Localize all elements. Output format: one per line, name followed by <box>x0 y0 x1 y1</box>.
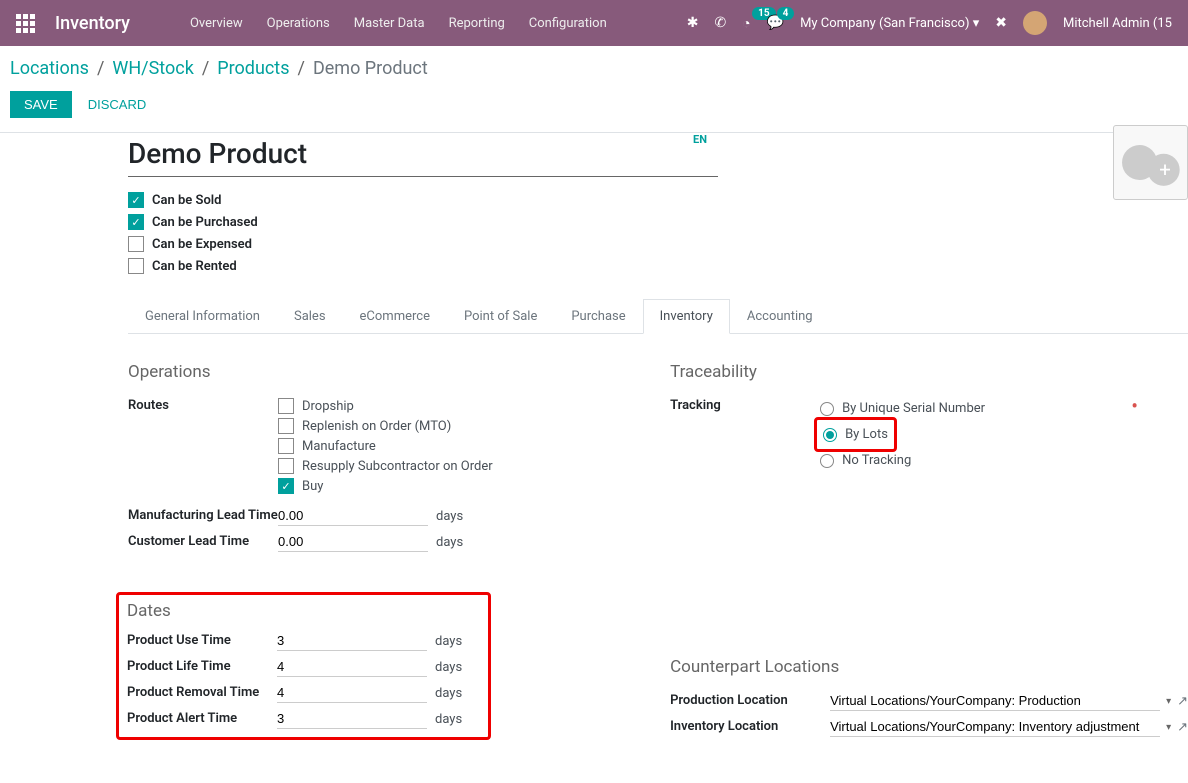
chk-manufacture[interactable] <box>278 438 294 454</box>
inv-loc-input[interactable] <box>830 717 1160 737</box>
col-left: Operations Routes Dropship Replenish on … <box>128 362 640 743</box>
radio-lots[interactable]: By Lots <box>823 424 888 445</box>
tab-general[interactable]: General Information <box>128 299 277 333</box>
dates-highlight: Dates Product Use Time days Product Life… <box>116 592 491 740</box>
trace-title: Traceability <box>670 362 1188 382</box>
topbar: Inventory Overview Operations Master Dat… <box>0 0 1188 46</box>
image-placeholder[interactable]: + <box>1113 125 1188 200</box>
mfg-lead-label: Manufacturing Lead Time <box>128 506 278 523</box>
camera-icon: + <box>1114 135 1187 190</box>
company-selector[interactable]: My Company (San Francisco) ▾ <box>800 16 979 31</box>
dates-title: Dates <box>127 601 480 621</box>
chk-mto[interactable] <box>278 418 294 434</box>
prod-loc-caret-icon[interactable]: ▾ <box>1166 696 1171 707</box>
prod-loc-external-icon[interactable]: ↗ <box>1177 694 1188 709</box>
crumb-current: Demo Product <box>313 58 428 79</box>
nav-master-data[interactable]: Master Data <box>342 16 437 31</box>
tab-accounting[interactable]: Accounting <box>730 299 830 333</box>
clock-icon[interactable]: ◔15 <box>742 15 750 32</box>
required-dot: • <box>1131 402 1138 410</box>
lbl-can-be-purchased: Can be Purchased <box>152 215 258 230</box>
crumb-wh-stock[interactable]: WH/Stock <box>112 58 193 79</box>
crumb-products[interactable]: Products <box>217 58 289 79</box>
inv-loc-external-icon[interactable]: ↗ <box>1177 720 1188 735</box>
life-time-input[interactable] <box>277 657 427 677</box>
product-title[interactable]: Demo Product <box>128 133 718 177</box>
topbar-right: ✱ ✆ ◔15 💬4 My Company (San Francisco) ▾ … <box>687 11 1172 35</box>
nav-reporting[interactable]: Reporting <box>437 16 517 31</box>
breadcrumb: Locations / WH/Stock / Products / Demo P… <box>10 58 1178 79</box>
nav-operations[interactable]: Operations <box>255 16 342 31</box>
chk-can-be-purchased[interactable]: ✓ <box>128 214 144 230</box>
nav-overview[interactable]: Overview <box>178 16 255 31</box>
inv-loc-caret-icon[interactable]: ▾ <box>1166 722 1171 733</box>
cust-lead-label: Customer Lead Time <box>128 532 278 549</box>
settings-icon[interactable]: ✖ <box>995 15 1007 31</box>
discard-button[interactable]: DISCARD <box>88 97 147 112</box>
breadcrumb-row: Locations / WH/Stock / Products / Demo P… <box>0 46 1188 83</box>
user-name[interactable]: Mitchell Admin (15 <box>1063 16 1172 31</box>
chk-buy[interactable]: ✓ <box>278 478 294 494</box>
lbl-can-be-rented: Can be Rented <box>152 259 237 274</box>
mfg-lead-input[interactable] <box>278 506 428 526</box>
lbl-can-be-expensed: Can be Expensed <box>152 237 252 252</box>
tab-purchase[interactable]: Purchase <box>554 299 642 333</box>
nav-menu: Overview Operations Master Data Reportin… <box>178 16 619 31</box>
routes-list: Dropship Replenish on Order (MTO) Manufa… <box>278 396 640 496</box>
prod-loc-label: Production Location <box>670 691 830 708</box>
chk-dropship[interactable] <box>278 398 294 414</box>
chat-badge: 4 <box>777 7 795 20</box>
radio-serial-dot <box>820 402 834 416</box>
radio-none-dot <box>820 454 834 468</box>
removal-time-input[interactable] <box>277 683 427 703</box>
alert-time-input[interactable] <box>277 709 427 729</box>
crumb-locations[interactable]: Locations <box>10 58 89 79</box>
chk-can-be-sold[interactable]: ✓ <box>128 192 144 208</box>
chk-can-be-rented[interactable] <box>128 258 144 274</box>
action-row: SAVE DISCARD <box>0 83 1188 133</box>
alert-time-label: Product Alert Time <box>127 709 277 726</box>
svg-text:+: + <box>1159 157 1171 181</box>
routes-label: Routes <box>128 396 278 413</box>
product-header: Demo Product EN + <box>128 133 1188 177</box>
save-button[interactable]: SAVE <box>10 91 72 118</box>
lbl-can-be-sold: Can be Sold <box>152 193 222 208</box>
life-time-label: Product Life Time <box>127 657 277 674</box>
avatar[interactable] <box>1023 11 1047 35</box>
lang-tag[interactable]: EN <box>693 133 707 146</box>
phone-icon[interactable]: ✆ <box>714 15 726 31</box>
chk-resupply[interactable] <box>278 458 294 474</box>
app-title[interactable]: Inventory <box>55 13 130 34</box>
removal-time-label: Product Removal Time <box>127 683 277 700</box>
tab-inventory[interactable]: Inventory <box>643 299 730 334</box>
tabs: General Information Sales eCommerce Poin… <box>128 299 1188 334</box>
chk-can-be-expensed[interactable] <box>128 236 144 252</box>
tab-pos[interactable]: Point of Sale <box>447 299 554 333</box>
radio-lots-dot <box>823 428 837 442</box>
counterpart-title: Counterpart Locations <box>670 657 1188 677</box>
inv-loc-label: Inventory Location <box>670 717 830 734</box>
bug-icon[interactable]: ✱ <box>687 15 699 31</box>
use-time-input[interactable] <box>277 631 427 651</box>
col-right: Traceability Tracking By Unique Serial N… <box>670 362 1188 743</box>
nav-configuration[interactable]: Configuration <box>517 16 619 31</box>
tracking-label: Tracking <box>670 396 820 413</box>
use-time-label: Product Use Time <box>127 631 277 648</box>
operations-title: Operations <box>128 362 640 382</box>
tab-sales[interactable]: Sales <box>277 299 343 333</box>
chat-icon[interactable]: 💬4 <box>767 15 784 31</box>
product-flags: ✓ Can be Sold ✓ Can be Purchased Can be … <box>128 189 1188 277</box>
cust-lead-input[interactable] <box>278 532 428 552</box>
apps-icon[interactable] <box>16 14 35 33</box>
prod-loc-input[interactable] <box>830 691 1160 711</box>
form-area: Demo Product EN + ✓ Can be Sold ✓ Can be… <box>0 133 1188 783</box>
tab-ecommerce[interactable]: eCommerce <box>343 299 447 333</box>
